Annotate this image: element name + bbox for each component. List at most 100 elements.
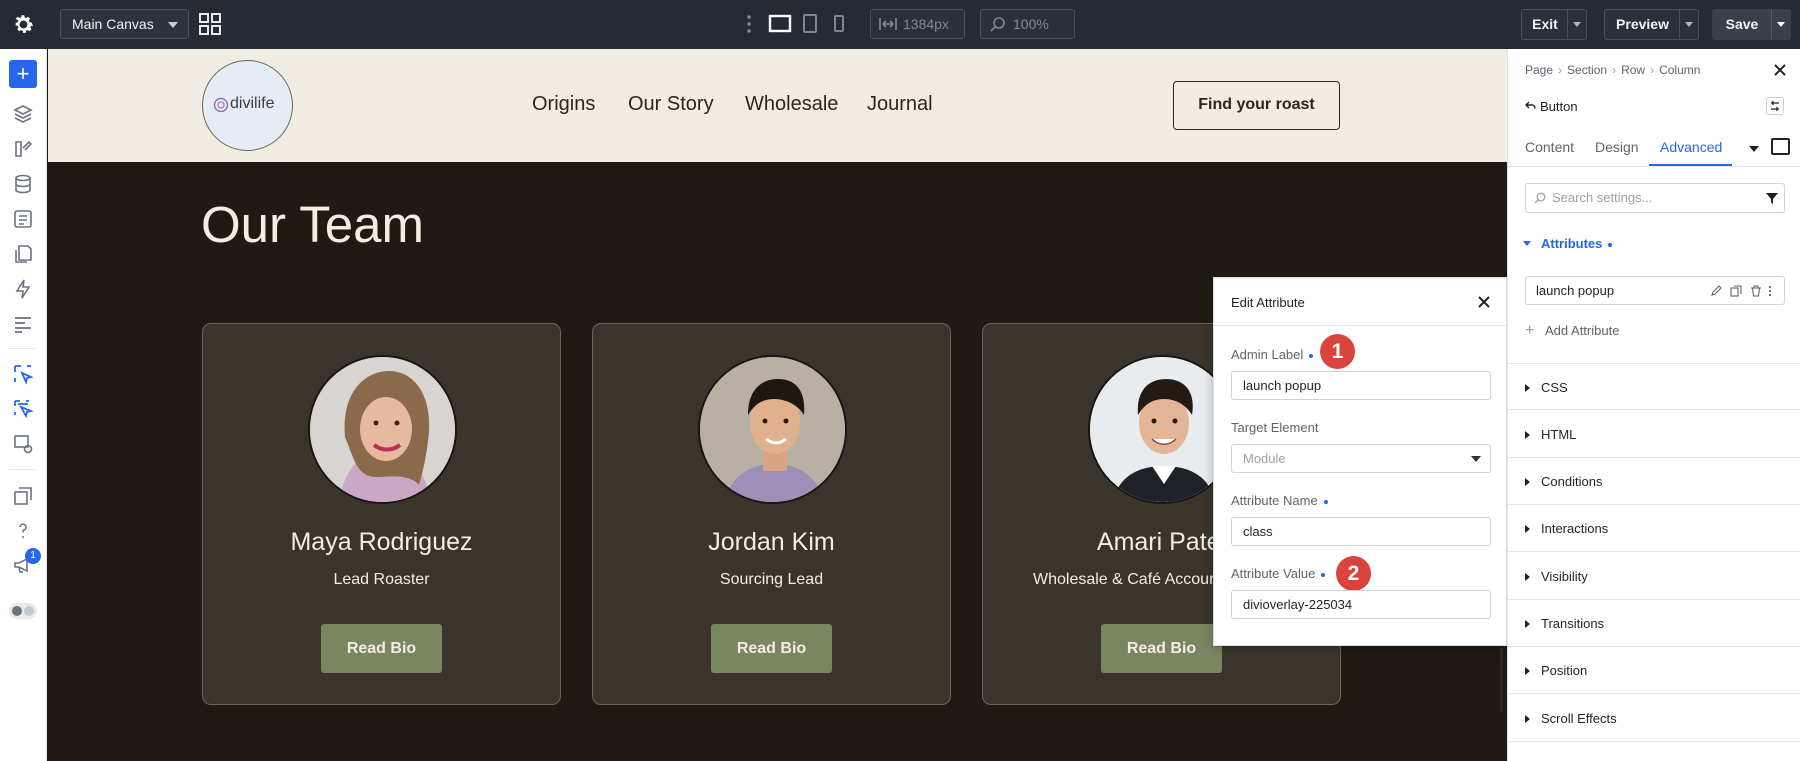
attribute-name-text: Attribute Name <box>1231 493 1318 508</box>
modified-indicator-dot <box>1323 499 1328 504</box>
attribute-name-label: Attribute Name <box>1231 493 1328 508</box>
breadcrumb-row[interactable]: Row <box>1621 63 1645 77</box>
read-bio-button[interactable]: Read Bio <box>1101 624 1222 673</box>
duplicate-icon[interactable] <box>1730 285 1742 297</box>
section-transitions[interactable]: Transitions <box>1508 600 1800 647</box>
modified-indicator-dot <box>1321 572 1326 577</box>
canvas-width-field[interactable]: 1384px <box>870 9 965 39</box>
module-options-icon[interactable] <box>1766 97 1784 115</box>
section-visibility[interactable]: Visibility <box>1508 553 1800 600</box>
theme-builder-icon[interactable] <box>12 138 34 160</box>
settings-search-input[interactable]: Search settings... <box>1525 183 1785 213</box>
toggle-track-dot <box>24 606 34 616</box>
width-arrows-icon <box>879 18 897 30</box>
save-button[interactable]: Save <box>1712 9 1791 40</box>
active-tab-indicator <box>1649 164 1732 166</box>
save-button-label: Save <box>1725 16 1759 32</box>
breadcrumb-page[interactable]: Page <box>1525 63 1553 77</box>
read-bio-button[interactable]: Read Bio <box>321 624 442 673</box>
canvas-scrollbar[interactable] <box>1500 647 1503 713</box>
section-scroll-effects[interactable]: Scroll Effects <box>1508 695 1800 742</box>
filter-icon[interactable] <box>1766 193 1778 204</box>
preview-button[interactable]: Preview <box>1604 9 1699 40</box>
add-element-button[interactable]: + <box>9 60 37 88</box>
tab-design[interactable]: Design <box>1595 139 1639 155</box>
nav-link-origins[interactable]: Origins <box>532 93 595 116</box>
breadcrumb-column[interactable]: Column <box>1659 63 1700 77</box>
nav-link-wholesale[interactable]: Wholesale <box>745 93 838 116</box>
dark-mode-toggle[interactable] <box>9 603 37 619</box>
left-tool-rail: + 1 <box>0 49 47 761</box>
modal-title: Edit Attribute <box>1231 295 1305 310</box>
logo-wordmark: divilife <box>230 95 275 112</box>
section-css[interactable]: CSS <box>1508 363 1800 410</box>
site-logo[interactable]: divilife <box>202 60 293 151</box>
tab-advanced[interactable]: Advanced <box>1660 139 1722 155</box>
more-vertical-icon[interactable] <box>1767 285 1773 297</box>
database-icon[interactable] <box>12 173 34 195</box>
chevron-down-icon[interactable] <box>1749 146 1759 152</box>
zoom-value: 100% <box>1013 16 1049 32</box>
close-icon[interactable] <box>1773 63 1787 77</box>
close-icon[interactable] <box>1475 293 1493 311</box>
admin-label-field[interactable]: launch popup <box>1231 371 1491 400</box>
attribute-value-field[interactable]: divioverlay-225034 <box>1231 590 1491 619</box>
save-options-toggle[interactable] <box>1771 10 1791 39</box>
caret-right-icon <box>1525 620 1530 628</box>
tab-content[interactable]: Content <box>1525 139 1574 155</box>
target-element-select[interactable]: Module <box>1231 444 1491 473</box>
pages-icon[interactable] <box>12 243 34 265</box>
select-element-icon[interactable] <box>12 363 34 385</box>
zoom-field[interactable]: 100% <box>980 9 1075 39</box>
desktop-view-icon[interactable] <box>768 13 792 35</box>
chevron-right-icon: › <box>1650 63 1655 77</box>
layers-icon[interactable] <box>12 103 34 125</box>
section-label: Interactions <box>1541 521 1609 536</box>
attribute-list-item[interactable]: launch popup <box>1525 276 1785 305</box>
section-label: HTML <box>1541 427 1577 442</box>
sliders-icon <box>1771 101 1779 111</box>
canvas-select[interactable]: Main Canvas <box>60 9 189 39</box>
team-member-photo <box>698 355 847 504</box>
lightning-icon[interactable] <box>12 278 34 300</box>
trash-icon[interactable] <box>1750 285 1762 297</box>
nav-link-our-story[interactable]: Our Story <box>628 93 714 116</box>
nav-link-journal[interactable]: Journal <box>867 93 933 116</box>
add-attribute-button[interactable]: + Add Attribute <box>1525 322 1619 340</box>
frame-toggle-icon[interactable] <box>1771 138 1790 155</box>
site-header: divilife Origins Our Story Wholesale Jou… <box>48 49 1507 162</box>
caret-right-icon <box>1525 715 1530 723</box>
modified-indicator-dot <box>1309 353 1314 358</box>
back-arrow-icon[interactable] <box>1524 100 1536 112</box>
phone-view-icon[interactable] <box>831 13 847 35</box>
caret-right-icon <box>1525 384 1530 392</box>
exit-options-toggle[interactable] <box>1567 10 1587 39</box>
read-bio-button[interactable]: Read Bio <box>711 624 832 673</box>
find-your-roast-button[interactable]: Find your roast <box>1173 81 1340 130</box>
breadcrumb-section[interactable]: Section <box>1567 63 1607 77</box>
section-position[interactable]: Position <box>1508 647 1800 694</box>
step-marker: 2 <box>1336 556 1371 591</box>
preview-options-toggle[interactable] <box>1679 10 1699 39</box>
more-vertical-icon[interactable] <box>745 13 753 35</box>
section-conditions[interactable]: Conditions <box>1508 458 1800 505</box>
target-element-placeholder: Module <box>1243 451 1286 466</box>
tablet-view-icon[interactable] <box>801 13 819 35</box>
edit-pencil-icon[interactable] <box>1710 285 1722 297</box>
caret-right-icon <box>1525 573 1530 581</box>
section-html[interactable]: HTML <box>1508 411 1800 458</box>
attribute-name-field[interactable]: class <box>1231 517 1491 546</box>
portability-icon[interactable] <box>12 485 34 507</box>
multi-select-icon[interactable] <box>12 398 34 420</box>
layout-icon[interactable] <box>12 313 34 335</box>
settings-gear-icon[interactable] <box>11 12 36 37</box>
grid-layout-icon[interactable] <box>198 12 222 36</box>
exit-button[interactable]: Exit <box>1521 9 1587 40</box>
section-interactions[interactable]: Interactions <box>1508 505 1800 552</box>
top-toolbar: Main Canvas 1384px 100% Exit Preview Sav… <box>0 0 1800 49</box>
responsive-settings-icon[interactable] <box>12 433 34 455</box>
caret-down-icon <box>1523 241 1531 246</box>
form-icon[interactable] <box>12 208 34 230</box>
admin-label-text: Admin Label <box>1231 347 1304 362</box>
help-icon[interactable] <box>12 520 34 542</box>
